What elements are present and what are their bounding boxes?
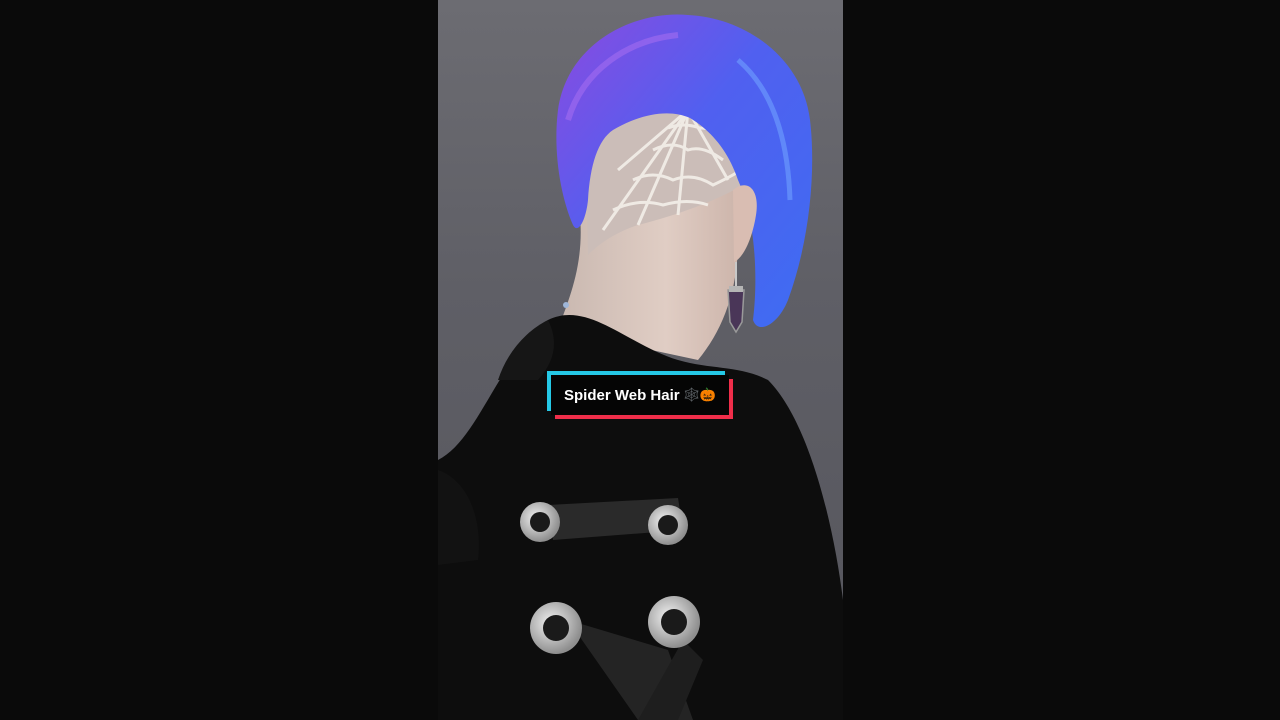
caption-sticker: Spider Web Hair 🕸️🎃: [547, 371, 735, 421]
caption-box: Spider Web Hair 🕸️🎃: [551, 375, 729, 415]
ear: [733, 185, 757, 262]
video-frame[interactable]: [438, 0, 843, 720]
neck-piercing: [563, 302, 569, 308]
caption-emoji: 🕸️🎃: [683, 387, 716, 403]
player-background: Spider Web Hair 🕸️🎃: [0, 0, 1280, 720]
caption-text: Spider Web Hair: [564, 386, 680, 404]
video-photo: [438, 14, 843, 720]
